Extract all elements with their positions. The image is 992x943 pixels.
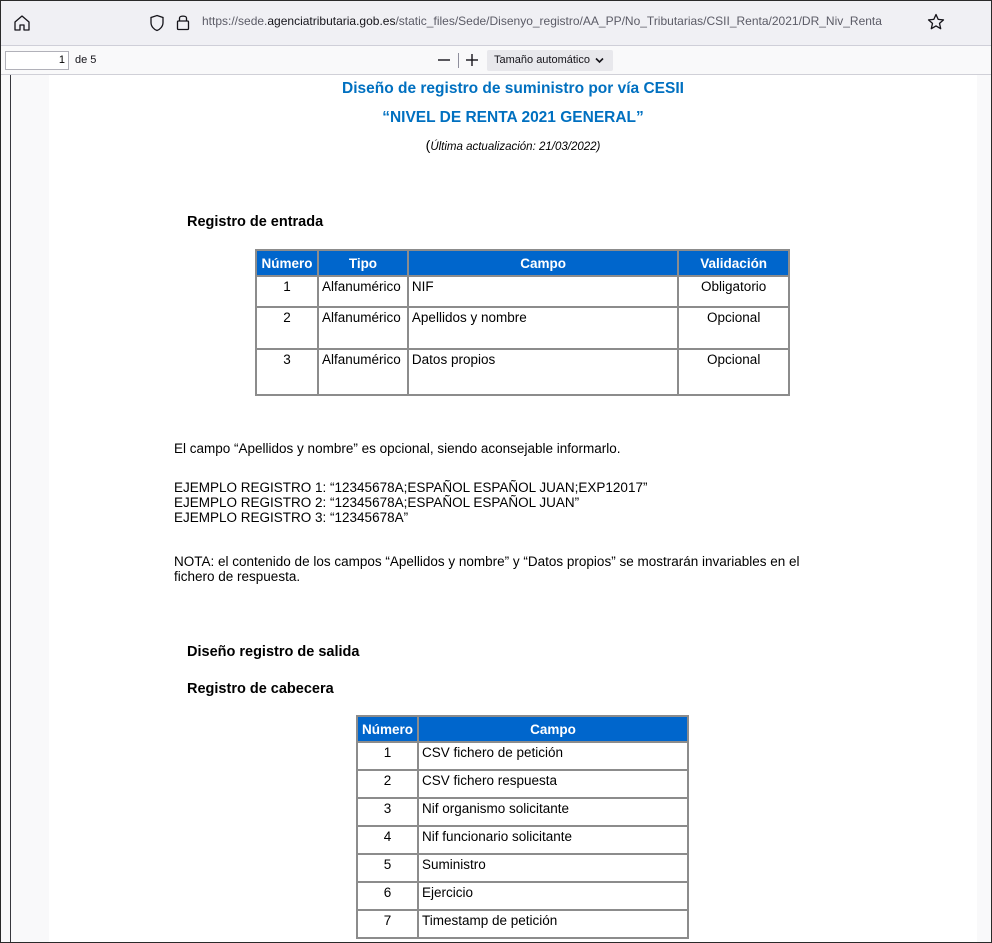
nota-line: fichero de respuesta. — [174, 569, 301, 584]
zoom-divider — [458, 53, 459, 68]
cabecera-heading: Registro de cabecera — [187, 681, 334, 697]
table-cell: 3 — [255, 348, 319, 396]
entrada-heading: Registro de entrada — [187, 214, 324, 230]
zoom-in-icon[interactable] — [462, 50, 482, 70]
table-cell: 4 — [356, 825, 419, 855]
table-cell: NIF — [406, 275, 680, 308]
campo-note: El campo “Apellidos y nombre” es opciona… — [174, 441, 621, 456]
table-cell: Nif organismo solicitante — [416, 797, 690, 827]
table-row: 1 CSV fichero de petición — [356, 741, 690, 771]
url-path: /static_files/Sede/Disenyo_registro/AA_P… — [395, 14, 882, 28]
table-cell: Timestamp de petición — [416, 909, 690, 939]
table-cell: Suministro — [416, 853, 690, 883]
table-cell: Datos propios — [406, 348, 680, 396]
page-count-label: de 5 — [75, 54, 97, 66]
table-cell: 6 — [356, 881, 419, 911]
table-row: 1 Alfanumérico NIF Obligatorio — [255, 275, 790, 308]
table-cell: 3 — [356, 797, 419, 827]
pdf-viewer[interactable]: Diseño de registro de suministro por vía… — [1, 75, 991, 942]
url-domain: agenciatributaria.gob.es — [267, 14, 396, 28]
table-row: 6 Ejercicio — [356, 881, 690, 911]
document-subtitle: “NIVEL DE RENTA 2021 GENERAL” — [382, 109, 644, 126]
zoom-select-label: Tamaño automático — [494, 54, 590, 66]
nota-paragraph: NOTA: el contenido de los campos “Apelli… — [174, 554, 800, 584]
table-cell: Ejercicio — [416, 881, 690, 911]
entrada-table: Número Tipo Campo Validación 1 Alfanumér… — [255, 249, 790, 396]
chevron-down-icon — [595, 57, 604, 64]
star-icon[interactable] — [926, 12, 946, 32]
ejemplo-line: EJEMPLO REGISTRO 2: “12345678A;ESPAÑOL E… — [174, 495, 580, 510]
table-header-row: Número Campo — [356, 715, 690, 743]
salida-heading: Diseño registro de salida — [187, 644, 360, 660]
sidebar-edge — [10, 75, 11, 942]
ejemplos-block: EJEMPLO REGISTRO 1: “12345678A;ESPAÑOL E… — [174, 480, 647, 525]
table-row: 4 Nif funcionario solicitante — [356, 825, 690, 855]
cabecera-table: Número Campo 1 CSV fichero de petición 2… — [356, 715, 690, 939]
column-header: Validación — [677, 249, 790, 277]
zoom-select[interactable]: Tamaño automático — [487, 50, 613, 71]
column-header: Campo — [416, 715, 690, 743]
shield-icon[interactable] — [149, 14, 165, 32]
column-header: Número — [255, 249, 319, 277]
table-row: 5 Suministro — [356, 853, 690, 883]
update-text: Última actualización: 21/03/2022) — [430, 141, 601, 153]
table-cell: 5 — [356, 853, 419, 883]
ejemplo-line: EJEMPLO REGISTRO 3: “12345678A” — [174, 510, 409, 525]
page-number-input[interactable]: 1 — [5, 51, 69, 70]
column-header: Campo — [406, 249, 680, 277]
table-cell: 2 — [356, 769, 419, 799]
home-icon[interactable] — [12, 13, 32, 33]
table-row: 3 Alfanumérico Datos propios Opcional — [255, 348, 790, 396]
url-prefix: https://sede. — [202, 14, 268, 28]
table-cell: Opcional — [677, 348, 790, 396]
table-cell: Alfanumérico — [316, 306, 409, 350]
pdf-page: Diseño de registro de suministro por vía… — [49, 75, 977, 942]
table-cell: 1 — [255, 275, 319, 308]
table-cell: Alfanumérico — [316, 275, 409, 308]
lock-icon[interactable] — [176, 13, 190, 31]
table-cell: Apellidos y nombre — [406, 306, 680, 350]
column-header: Número — [356, 715, 419, 743]
document-title: Diseño de registro de suministro por vía… — [342, 80, 684, 97]
url-bar: https://sede.agenciatributaria.gob.es/st… — [1, 1, 991, 46]
url-text[interactable]: https://sede.agenciatributaria.gob.es/st… — [202, 14, 918, 28]
table-cell: Nif funcionario solicitante — [416, 825, 690, 855]
pdf-toolbar: 1 de 5 Tamaño automático — [1, 46, 991, 75]
table-row: 2 Alfanumérico Apellidos y nombre Opcion… — [255, 306, 790, 350]
zoom-out-icon[interactable] — [434, 50, 454, 70]
table-cell: 2 — [255, 306, 319, 350]
table-cell: CSV fichero de petición — [416, 741, 690, 771]
ejemplo-line: EJEMPLO REGISTRO 1: “12345678A;ESPAÑOL E… — [174, 480, 648, 495]
table-cell: 7 — [356, 909, 419, 939]
table-cell: 1 — [356, 741, 419, 771]
table-cell: Obligatorio — [677, 275, 790, 308]
table-cell: CSV fichero respuesta — [416, 769, 690, 799]
table-row: 3 Nif organismo solicitante — [356, 797, 690, 827]
table-row: 2 CSV fichero respuesta — [356, 769, 690, 799]
table-cell: Opcional — [677, 306, 790, 350]
nota-line: NOTA: el contenido de los campos “Apelli… — [174, 554, 800, 569]
browser-window: https://sede.agenciatributaria.gob.es/st… — [0, 0, 992, 943]
table-header-row: Número Tipo Campo Validación — [255, 249, 790, 277]
last-update: (Última actualización: 21/03/2022) — [49, 137, 977, 153]
table-cell: Alfanumérico — [316, 348, 409, 396]
table-row: 7 Timestamp de petición — [356, 909, 690, 939]
column-header: Tipo — [316, 249, 409, 277]
